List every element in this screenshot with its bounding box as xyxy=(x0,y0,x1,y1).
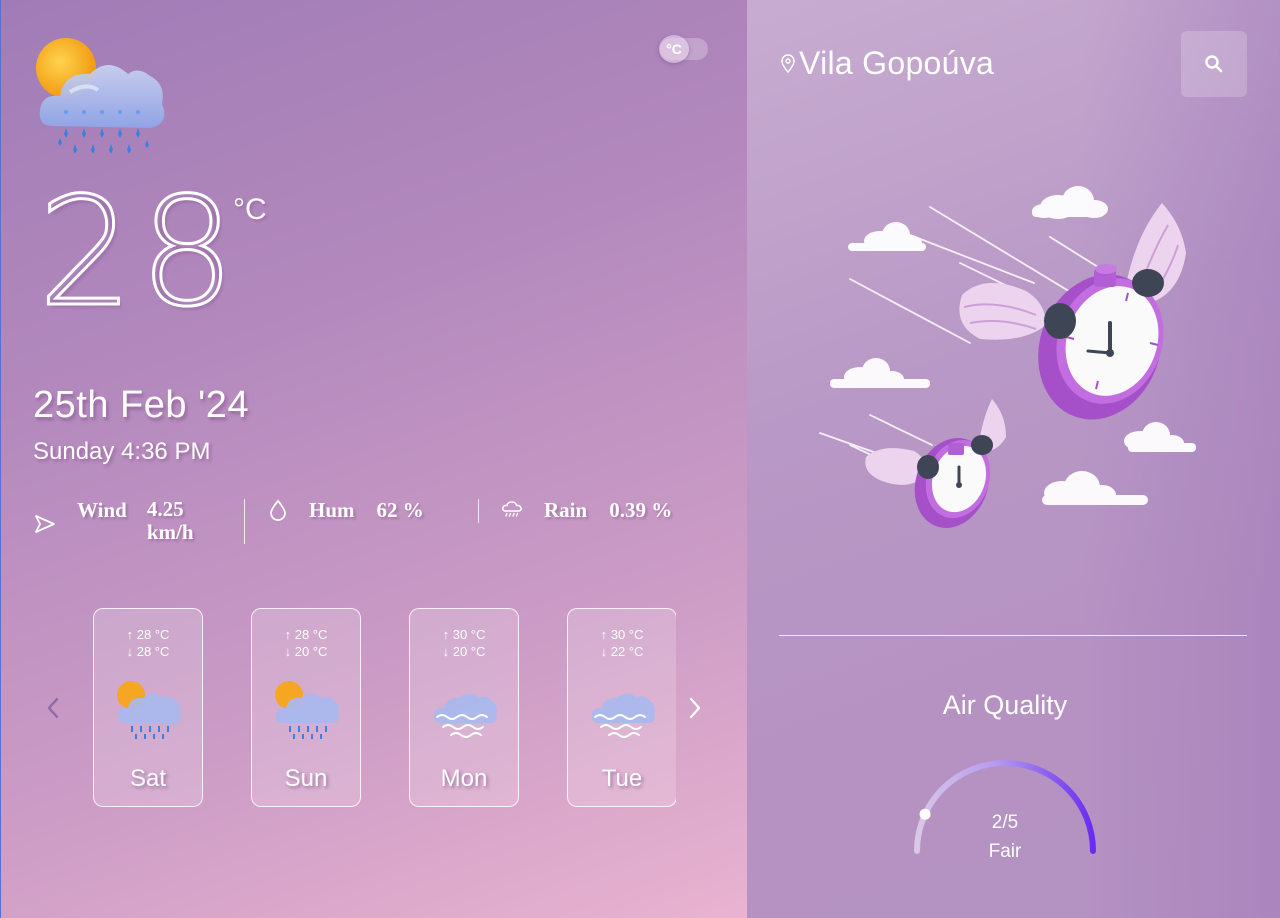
forecast-high: ↑ 28 °C xyxy=(126,627,170,642)
cloud-shape xyxy=(830,358,930,388)
forecast-day: Sat xyxy=(129,765,167,792)
section-divider xyxy=(779,635,1247,636)
gauge-track xyxy=(914,759,1096,854)
forecast-low: ↓ 20 °C xyxy=(442,644,486,659)
stat-divider xyxy=(478,499,479,523)
cloud-shape xyxy=(1042,471,1148,505)
humidity-value: 62 % xyxy=(376,498,424,522)
humidity-stat: Hum 62 % xyxy=(266,498,424,523)
navigation-arrow-icon xyxy=(35,515,55,533)
forecast-card[interactable]: ↑ 28 °C ↓ 28 °C Sat xyxy=(93,608,203,807)
air-quality-index: 2/5 xyxy=(991,812,1019,833)
map-pin-icon xyxy=(781,53,795,73)
rain-label: Rain xyxy=(544,498,588,522)
current-date: 25th Feb '24 xyxy=(33,384,250,426)
temperature-unit: °C xyxy=(233,193,267,226)
chevron-right-icon[interactable] xyxy=(683,694,707,722)
location-name: Vila Gopoúva xyxy=(799,45,995,81)
humidity-label: Hum xyxy=(309,498,355,522)
sun-cloud-rain-icon xyxy=(275,681,339,739)
wind-label: Wind xyxy=(77,498,127,522)
cloud-rain-icon xyxy=(502,501,522,517)
cloud-shape xyxy=(1032,186,1108,219)
rain-stat: Rain 0.39 % xyxy=(500,498,672,523)
chevron-left-icon[interactable] xyxy=(41,694,65,722)
current-temperature: 28 xyxy=(37,166,241,340)
forecast-card[interactable]: ↑ 30 °C ↓ 20 °C Mon xyxy=(409,608,519,807)
air-quality-label: Fair xyxy=(988,841,1022,862)
air-quality-title: Air Quality xyxy=(942,690,1068,720)
search-button[interactable] xyxy=(1181,31,1247,97)
forecast-carousel: ↑ 28 °C ↓ 28 °C Sat ↑ 28 °C ↓ 20 °C Sun … xyxy=(92,607,676,809)
cloud-shape xyxy=(1124,422,1196,452)
forecast-low: ↓ 22 °C xyxy=(600,644,644,659)
cloud-fog-icon xyxy=(433,693,497,738)
flying-clocks-illustration xyxy=(819,186,1196,528)
unit-toggle[interactable]: °C xyxy=(659,35,708,63)
forecast-day: Mon xyxy=(440,765,488,792)
forecast-high: ↑ 28 °C xyxy=(284,627,328,642)
wind-value: 4.25 km/h xyxy=(146,497,194,545)
stat-divider xyxy=(244,499,245,544)
rain-value: 0.39 % xyxy=(609,498,673,522)
sun-cloud-rain-icon xyxy=(117,681,181,739)
cloud-fog-icon xyxy=(591,693,655,738)
forecast-high: ↑ 30 °C xyxy=(442,627,486,642)
forecast-low: ↓ 20 °C xyxy=(284,644,328,659)
alarm-clock-small xyxy=(865,399,1006,528)
wind-stat: Wind 4.25 km/h xyxy=(33,497,207,545)
forecast-high: ↑ 30 °C xyxy=(600,627,644,642)
forecast-day: Tue xyxy=(601,765,643,792)
sun-cloud-rain-icon xyxy=(36,38,165,154)
location: Vila Gopoúva xyxy=(779,45,994,82)
forecast-low: ↓ 28 °C xyxy=(126,644,170,659)
search-icon xyxy=(1205,55,1223,73)
unit-toggle-knob[interactable]: °C xyxy=(659,35,689,63)
gauge-indicator xyxy=(919,808,931,820)
droplet-icon xyxy=(270,499,286,521)
forecast-card[interactable]: ↑ 28 °C ↓ 20 °C Sun xyxy=(251,608,361,807)
current-day-time: Sunday 4:36 PM xyxy=(33,438,211,465)
forecast-card[interactable]: ↑ 30 °C ↓ 22 °C Tue xyxy=(567,608,676,807)
forecast-day: Sun xyxy=(284,765,328,792)
